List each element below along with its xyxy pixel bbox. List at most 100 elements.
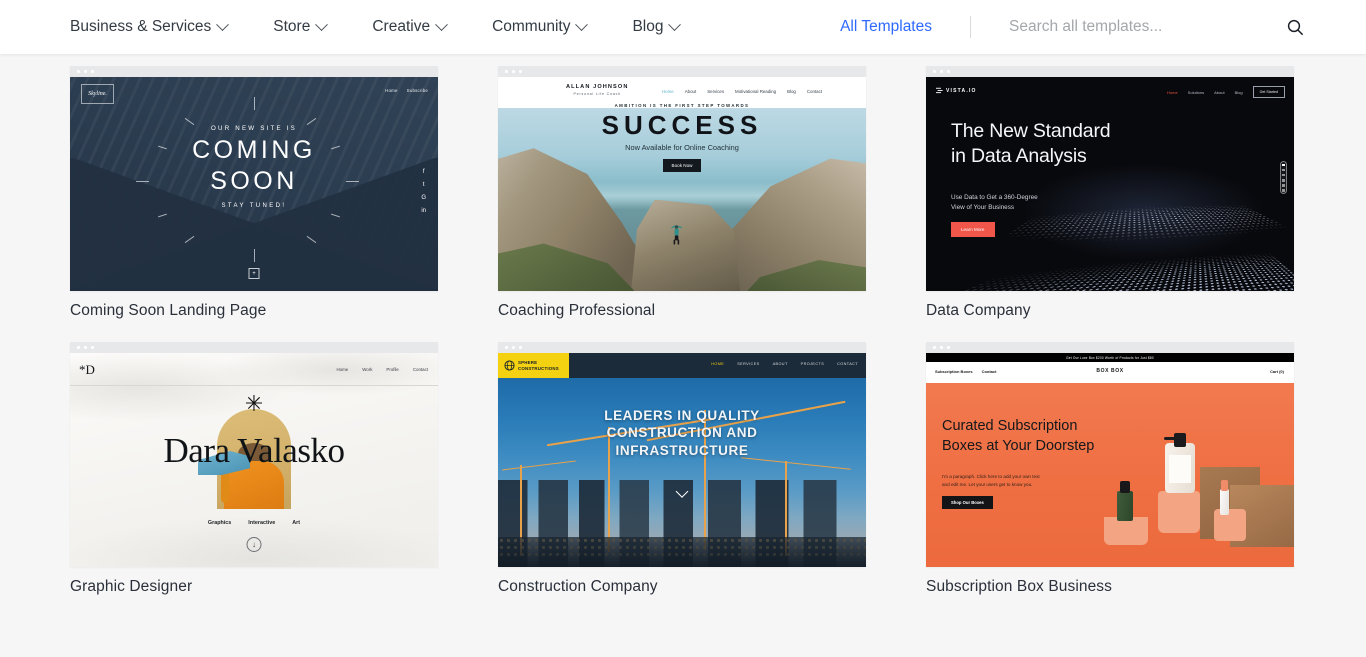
preview-tag: Art bbox=[292, 520, 300, 526]
template-card[interactable]: Skyline. Home Subscribe OUR NEW SITE IS … bbox=[70, 66, 438, 320]
preview-hero: OUR NEW SITE IS COMING SOON STAY TUNED! bbox=[70, 125, 438, 209]
chevron-down-icon bbox=[315, 18, 328, 31]
window-dot-icon bbox=[940, 70, 943, 73]
lip-product bbox=[1220, 489, 1229, 515]
template-card[interactable]: VISTA.IO Home Solutions About Blog Get S… bbox=[926, 66, 1294, 320]
preview-subheading: Now Available for Online Coaching bbox=[498, 143, 866, 152]
window-dot-icon bbox=[947, 70, 950, 73]
template-card[interactable]: SPHERE CONSTRUCTIONS HOME SERVICES ABOUT… bbox=[498, 342, 866, 596]
template-card[interactable]: Get Our Luxe Box $200 Worth of Products … bbox=[926, 342, 1294, 596]
preview-heading: Curated Subscription Boxes at Your Doors… bbox=[942, 416, 1094, 457]
scroll-dot bbox=[1282, 189, 1285, 192]
window-dot-icon bbox=[519, 70, 522, 73]
template-thumbnail[interactable]: ALLAN JOHNSON Personal Life Coach Home A… bbox=[498, 66, 866, 291]
preview-nav: Home Subscribe bbox=[385, 88, 428, 93]
nav-item-community[interactable]: Community bbox=[469, 18, 609, 36]
preview-tag: Graphics bbox=[208, 520, 231, 526]
template-card[interactable]: *D Home Work Profile Contact ✳ Dara Vala… bbox=[70, 342, 438, 596]
nav-item-business-services[interactable]: Business & Services bbox=[70, 18, 250, 36]
template-thumbnail[interactable]: *D Home Work Profile Contact ✳ Dara Vala… bbox=[70, 342, 438, 567]
preview-nav-item: Solutions bbox=[1188, 90, 1204, 95]
template-thumbnail[interactable]: VISTA.IO Home Solutions About Blog Get S… bbox=[926, 66, 1294, 291]
browser-chrome-bar bbox=[498, 66, 866, 77]
browser-chrome-bar bbox=[926, 66, 1294, 77]
preview-nav-item: Home bbox=[1167, 90, 1178, 95]
preview-nav-item: Blog bbox=[1235, 90, 1243, 95]
preview-viewport: Get Our Luxe Box $200 Worth of Products … bbox=[926, 353, 1294, 567]
preview-heading-line2: SOON bbox=[70, 168, 438, 194]
nav-item-store[interactable]: Store bbox=[250, 18, 349, 36]
preview-viewport: Skyline. Home Subscribe OUR NEW SITE IS … bbox=[70, 77, 438, 291]
template-title[interactable]: Coaching Professional bbox=[498, 302, 866, 320]
scroll-dot bbox=[1282, 164, 1285, 167]
preview-paragraph-line2: View of Your Business bbox=[951, 203, 1038, 213]
window-dot-icon bbox=[77, 70, 80, 73]
window-dot-icon bbox=[933, 346, 936, 349]
preview-heading-line2: in Data Analysis bbox=[951, 144, 1110, 169]
construction-ground bbox=[498, 537, 866, 567]
preview-nav: Home Solutions About Blog Get Started bbox=[1167, 86, 1285, 98]
template-card[interactable]: ALLAN JOHNSON Personal Life Coach Home A… bbox=[498, 66, 866, 320]
preview-nav-item: About bbox=[685, 89, 696, 94]
main-nav: Business & Services Store Creative Commu… bbox=[70, 18, 702, 36]
nav-item-blog[interactable]: Blog bbox=[609, 18, 702, 36]
preview-paragraph: Use Data to Get a 360-Degree View of You… bbox=[951, 193, 1038, 214]
preview-nav-item: HOME bbox=[711, 362, 724, 366]
bottle-pump-nozzle bbox=[1164, 437, 1180, 440]
preview-paragraph-line1: Use Data to Get a 360-Degree bbox=[951, 193, 1038, 203]
preview-cta-button: Book Now bbox=[663, 159, 702, 172]
preview-pre-heading: OUR NEW SITE IS bbox=[70, 125, 438, 132]
template-title[interactable]: Construction Company bbox=[498, 578, 866, 596]
search-icon[interactable] bbox=[1287, 19, 1304, 36]
preview-nav: HOME SERVICES ABOUT PROJECTS CONTACT bbox=[711, 362, 858, 366]
template-grid: Skyline. Home Subscribe OUR NEW SITE IS … bbox=[0, 54, 1366, 596]
preview-nav-item: Work bbox=[362, 367, 372, 372]
template-title[interactable]: Graphic Designer bbox=[70, 578, 438, 596]
preview-tag: Interactive bbox=[248, 520, 275, 526]
preview-nav-item: Home bbox=[385, 88, 398, 93]
template-thumbnail[interactable]: SPHERE CONSTRUCTIONS HOME SERVICES ABOUT… bbox=[498, 342, 866, 567]
window-dot-icon bbox=[91, 346, 94, 349]
preview-heading: SUCCESS bbox=[498, 112, 866, 138]
search-input[interactable] bbox=[1009, 18, 1259, 36]
preview-nav-item: ABOUT bbox=[773, 362, 788, 366]
preview-nav-item: Contact bbox=[413, 367, 428, 372]
chevron-down-icon bbox=[435, 18, 448, 31]
browser-chrome-bar bbox=[926, 342, 1294, 353]
nav-label: Blog bbox=[632, 18, 663, 36]
template-title[interactable]: Subscription Box Business bbox=[926, 578, 1294, 596]
preview-nav-cta: Get Started bbox=[1253, 86, 1285, 98]
preview-nav-item: SERVICES bbox=[737, 362, 759, 366]
nav-item-creative[interactable]: Creative bbox=[349, 18, 469, 36]
crane-jib bbox=[741, 457, 851, 470]
template-thumbnail[interactable]: Get Our Luxe Box $200 Worth of Products … bbox=[926, 342, 1294, 567]
window-dot-icon bbox=[947, 346, 950, 349]
preview-brand-tagline: Personal Life Coach bbox=[566, 92, 628, 96]
preview-heading-line1: LEADERS IN QUALITY bbox=[498, 407, 866, 424]
preview-nav-item: Contact bbox=[807, 89, 822, 94]
mountain-peak bbox=[630, 200, 740, 292]
preview-nav-item: Motivational Reading bbox=[735, 89, 776, 94]
preview-scroll-button: + bbox=[249, 268, 260, 279]
crane-jib bbox=[502, 460, 575, 470]
template-title[interactable]: Coming Soon Landing Page bbox=[70, 302, 438, 320]
preview-logo: *D bbox=[79, 362, 95, 378]
scroll-dot bbox=[1282, 179, 1285, 182]
preview-nav: Home Work Profile Contact bbox=[337, 367, 428, 372]
preview-logo: SPHERE CONSTRUCTIONS bbox=[498, 353, 569, 378]
template-title[interactable]: Data Company bbox=[926, 302, 1294, 320]
preview-paragraph-line2: and edit me. Let your users get to know … bbox=[942, 481, 1040, 489]
all-templates-link[interactable]: All Templates bbox=[840, 18, 932, 36]
template-thumbnail[interactable]: Skyline. Home Subscribe OUR NEW SITE IS … bbox=[70, 66, 438, 291]
search-box[interactable] bbox=[1009, 18, 1304, 36]
down-arrow-icon: ↓ bbox=[247, 537, 262, 552]
nav-label: Business & Services bbox=[70, 18, 211, 36]
facebook-icon: f bbox=[423, 169, 425, 175]
google-plus-icon: G bbox=[421, 195, 426, 201]
ray-line bbox=[254, 97, 255, 110]
header-divider bbox=[970, 16, 971, 38]
preview-heading: The New Standard in Data Analysis bbox=[951, 119, 1110, 169]
scroll-dot bbox=[1282, 169, 1285, 172]
window-dot-icon bbox=[512, 346, 515, 349]
preview-tags: Graphics Interactive Art bbox=[70, 520, 438, 526]
